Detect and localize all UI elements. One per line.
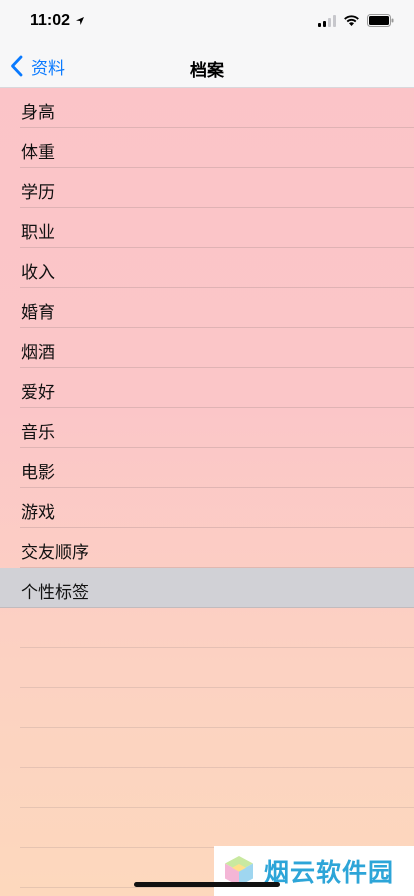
list-item-label: 婚育: [21, 303, 55, 323]
list-item-label: 个性标签: [21, 583, 89, 603]
location-arrow-icon: [76, 17, 84, 25]
page-title: 档案: [190, 61, 224, 81]
empty-row: [0, 688, 414, 728]
list-item-education[interactable]: 学历: [0, 168, 414, 208]
empty-row: [0, 648, 414, 688]
list-item-label: 体重: [21, 143, 55, 163]
list-item-label: 职业: [21, 223, 55, 243]
home-indicator[interactable]: [134, 882, 280, 887]
list-item-label: 交友顺序: [21, 543, 89, 563]
list-item-label: 身高: [21, 103, 55, 123]
list-item-label: 游戏: [21, 503, 55, 523]
list-item-weight[interactable]: 体重: [0, 128, 414, 168]
list-item-smoking-drinking[interactable]: 烟酒: [0, 328, 414, 368]
list-item-personal-tags[interactable]: 个性标签: [0, 568, 414, 608]
list-item-label: 电影: [21, 463, 55, 483]
empty-row: [0, 608, 414, 648]
list-item-occupation[interactable]: 职业: [0, 208, 414, 248]
empty-row: [0, 768, 414, 808]
list-item-income[interactable]: 收入: [0, 248, 414, 288]
list-item-dating-order[interactable]: 交友顺序: [0, 528, 414, 568]
list-item-games[interactable]: 游戏: [0, 488, 414, 528]
list-item-music[interactable]: 音乐: [0, 408, 414, 448]
list-item-label: 音乐: [21, 423, 55, 443]
list-item-height[interactable]: 身高: [0, 88, 414, 128]
wifi-icon: [344, 15, 359, 26]
list-item-hobbies[interactable]: 爱好: [0, 368, 414, 408]
list-item-movies[interactable]: 电影: [0, 448, 414, 488]
watermark-text: 烟云软件园: [264, 858, 395, 887]
status-bar: 11:02: [0, 0, 414, 44]
navigation-bar: 资料 档案: [0, 44, 414, 88]
empty-row: [0, 808, 414, 848]
empty-row: [0, 728, 414, 768]
battery-icon: [367, 14, 394, 27]
watermark: 烟云软件园: [214, 846, 414, 896]
list-item-label: 爱好: [21, 383, 55, 403]
status-time: 11:02: [30, 12, 71, 29]
list-item-label: 学历: [21, 183, 55, 203]
list-item-label: 收入: [21, 263, 55, 283]
profile-list: 身高 体重 学历 职业 收入 婚育 烟酒 爱好 音乐 电影 游戏 交友顺序 个性…: [0, 88, 414, 888]
list-item-marriage[interactable]: 婚育: [0, 288, 414, 328]
signal-icon: [318, 15, 336, 27]
list-item-label: 烟酒: [21, 343, 55, 363]
